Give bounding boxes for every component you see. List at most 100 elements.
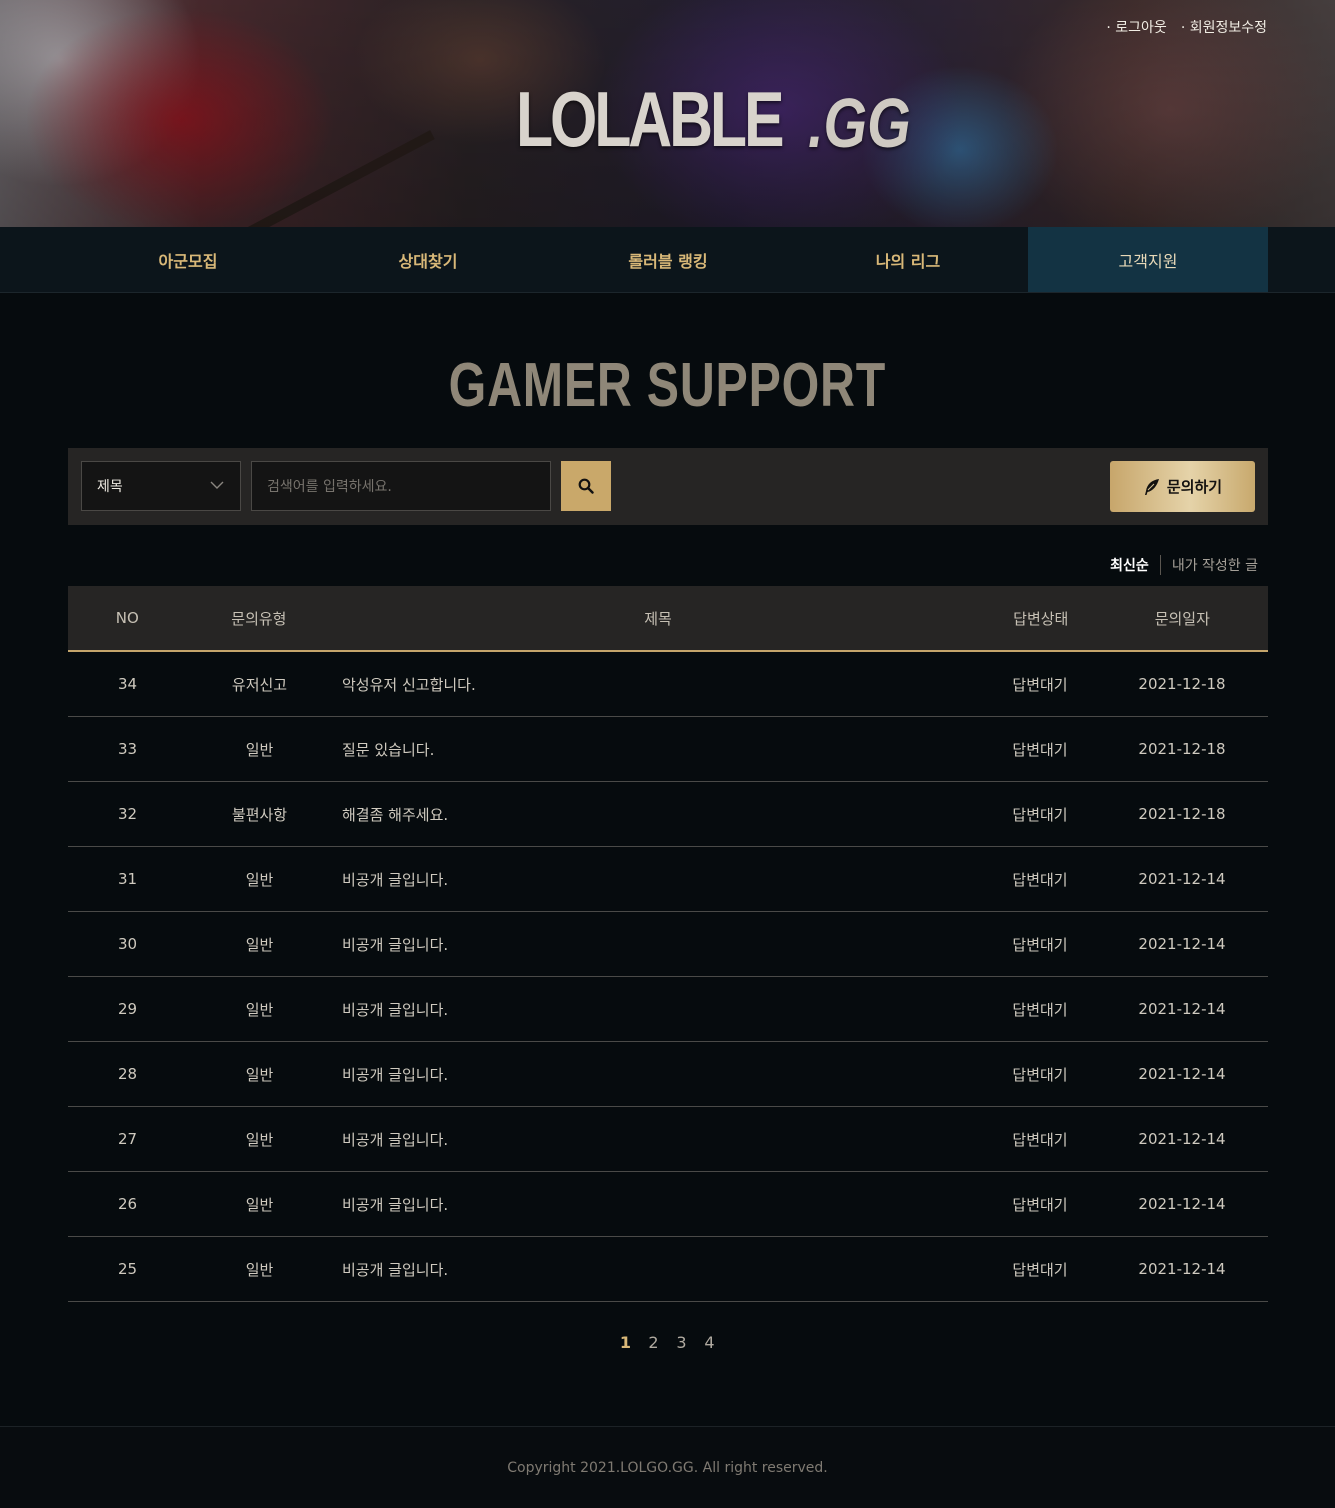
sort-options: 최신순 내가 작성한 글 (1110, 555, 1258, 575)
cell-no: 30 (117, 935, 138, 953)
table-row[interactable]: 30 일반 비공개 글입니다. 답변대기 2021-12-14 (68, 912, 1268, 977)
cell-date: 2021-12-14 (1138, 870, 1226, 888)
footer: Copyright 2021.LOLGO.GG. All right reser… (0, 1426, 1335, 1508)
cell-no: 32 (117, 805, 138, 823)
cell-title[interactable]: 악성유저 신고합니다. (332, 674, 984, 695)
cell-type: 일반 (245, 1195, 274, 1214)
header-title: 제목 (644, 609, 672, 628)
cell-no: 29 (117, 1000, 138, 1018)
cell-date: 2021-12-14 (1138, 1130, 1226, 1148)
sort-latest[interactable]: 최신순 (1110, 555, 1149, 575)
cell-date: 2021-12-14 (1138, 1195, 1226, 1213)
cell-type: 일반 (245, 1260, 274, 1279)
nav-item-support[interactable]: 고객지원 (1028, 227, 1268, 292)
table-row[interactable]: 26 일반 비공개 글입니다. 답변대기 2021-12-14 (68, 1172, 1268, 1237)
main-nav: 아군모집 상대찾기 롤러블 랭킹 나의 리그 고객지원 (0, 227, 1335, 293)
cell-title[interactable]: 비공개 글입니다. (332, 999, 984, 1020)
cell-status: 답변대기 (1012, 1195, 1068, 1214)
table-row[interactable]: 31 일반 비공개 글입니다. 답변대기 2021-12-14 (68, 847, 1268, 912)
cell-no: 27 (117, 1130, 138, 1148)
pagination: 1 2 3 4 (0, 1333, 1335, 1352)
cell-status: 답변대기 (1012, 1000, 1068, 1019)
table-header: NO 문의유형 제목 답변상태 문의일자 (68, 586, 1268, 652)
page-2[interactable]: 2 (647, 1333, 661, 1352)
cell-status: 답변대기 (1012, 1260, 1068, 1279)
cell-title[interactable]: 비공개 글입니다. (332, 869, 984, 890)
logo-text: LOLABLE (516, 75, 785, 163)
sort-divider (1159, 555, 1161, 575)
cell-date: 2021-12-14 (1138, 1260, 1226, 1278)
cell-date: 2021-12-14 (1138, 935, 1226, 953)
search-field-select[interactable]: 제목 (81, 461, 241, 511)
site-logo[interactable]: LOLABLE .GG (516, 80, 937, 158)
cell-no: 25 (117, 1260, 138, 1278)
table-row[interactable]: 29 일반 비공개 글입니다. 답변대기 2021-12-14 (68, 977, 1268, 1042)
cell-title[interactable]: 해결좀 해주세요. (332, 804, 984, 825)
sort-my-posts[interactable]: 내가 작성한 글 (1172, 555, 1258, 575)
table-row[interactable]: 32 불편사항 해결좀 해주세요. 답변대기 2021-12-18 (68, 782, 1268, 847)
select-value: 제목 (97, 479, 123, 495)
cell-no: 33 (117, 740, 138, 758)
search-bar: 제목 검색어를 입력하세요. 문의하기 (68, 448, 1268, 525)
chevron-down-icon (210, 481, 224, 489)
cell-type: 불편사항 (231, 805, 288, 824)
table-row[interactable]: 27 일반 비공개 글입니다. 답변대기 2021-12-14 (68, 1107, 1268, 1172)
copyright: Copyright 2021.LOLGO.GG. All right reser… (507, 1459, 828, 1476)
page-3[interactable]: 3 (675, 1333, 689, 1352)
cell-title[interactable]: 비공개 글입니다. (332, 1259, 984, 1280)
logout-link[interactable]: · 로그아웃 (1106, 17, 1166, 37)
header-date: 문의일자 (1154, 609, 1210, 628)
quill-icon (1144, 478, 1159, 495)
page-4[interactable]: 4 (703, 1333, 717, 1352)
cell-date: 2021-12-14 (1138, 1065, 1226, 1083)
cell-type: 일반 (245, 870, 274, 889)
hero-artwork (165, 130, 435, 227)
inquiry-table: NO 문의유형 제목 답변상태 문의일자 34 유저신고 악성유저 신고합니다. 답변… (68, 586, 1268, 1302)
cell-status: 답변대기 (1012, 870, 1068, 889)
table-row[interactable]: 28 일반 비공개 글입니다. 답변대기 2021-12-14 (68, 1042, 1268, 1107)
cell-status: 답변대기 (1012, 935, 1068, 954)
cell-type: 유저신고 (231, 675, 288, 694)
table-row[interactable]: 25 일반 비공개 글입니다. 답변대기 2021-12-14 (68, 1237, 1268, 1302)
cell-date: 2021-12-18 (1138, 805, 1226, 823)
nav-item-find-opponent[interactable]: 상대찾기 (308, 227, 548, 292)
cell-title[interactable]: 비공개 글입니다. (332, 1064, 984, 1085)
cell-type: 일반 (245, 1000, 274, 1019)
table-row[interactable]: 34 유저신고 악성유저 신고합니다. 답변대기 2021-12-18 (68, 652, 1268, 717)
header-no: NO (115, 609, 139, 627)
cell-date: 2021-12-18 (1138, 740, 1226, 758)
cell-status: 답변대기 (1012, 1130, 1068, 1149)
cell-title[interactable]: 비공개 글입니다. (332, 934, 984, 955)
cell-no: 31 (117, 870, 138, 888)
cell-status: 답변대기 (1012, 740, 1068, 759)
nav-item-ranking[interactable]: 롤러블 랭킹 (548, 227, 788, 292)
cell-status: 답변대기 (1012, 675, 1068, 694)
cell-no: 34 (117, 675, 138, 693)
cell-title[interactable]: 비공개 글입니다. (332, 1129, 984, 1150)
cell-type: 일반 (245, 1130, 274, 1149)
account-links: · 로그아웃 · 회원정보수정 (1106, 17, 1267, 37)
write-inquiry-label: 문의하기 (1166, 478, 1223, 496)
table-row[interactable]: 33 일반 질문 있습니다. 답변대기 2021-12-18 (68, 717, 1268, 782)
search-icon (578, 478, 594, 494)
page-title: GAMER SUPPORT (448, 351, 887, 420)
cell-title[interactable]: 질문 있습니다. (332, 739, 984, 760)
header-type: 문의유형 (231, 609, 287, 628)
page-1[interactable]: 1 (619, 1333, 633, 1352)
search-button[interactable] (561, 461, 611, 511)
cell-date: 2021-12-14 (1138, 1000, 1226, 1018)
cell-title[interactable]: 비공개 글입니다. (332, 1194, 984, 1215)
search-placeholder: 검색어를 입력하세요. (267, 479, 392, 495)
cell-type: 일반 (245, 740, 274, 759)
cell-status: 답변대기 (1012, 1065, 1068, 1084)
search-input[interactable]: 검색어를 입력하세요. (251, 461, 551, 511)
write-inquiry-button[interactable]: 문의하기 (1110, 461, 1255, 512)
cell-type: 일반 (245, 1065, 274, 1084)
nav-item-recruit-ally[interactable]: 아군모집 (68, 227, 308, 292)
cell-status: 답변대기 (1012, 805, 1068, 824)
cell-date: 2021-12-18 (1138, 675, 1226, 693)
cell-no: 26 (117, 1195, 138, 1213)
nav-item-my-league[interactable]: 나의 리그 (788, 227, 1028, 292)
edit-profile-link[interactable]: · 회원정보수정 (1181, 17, 1267, 37)
cell-no: 28 (117, 1065, 138, 1083)
